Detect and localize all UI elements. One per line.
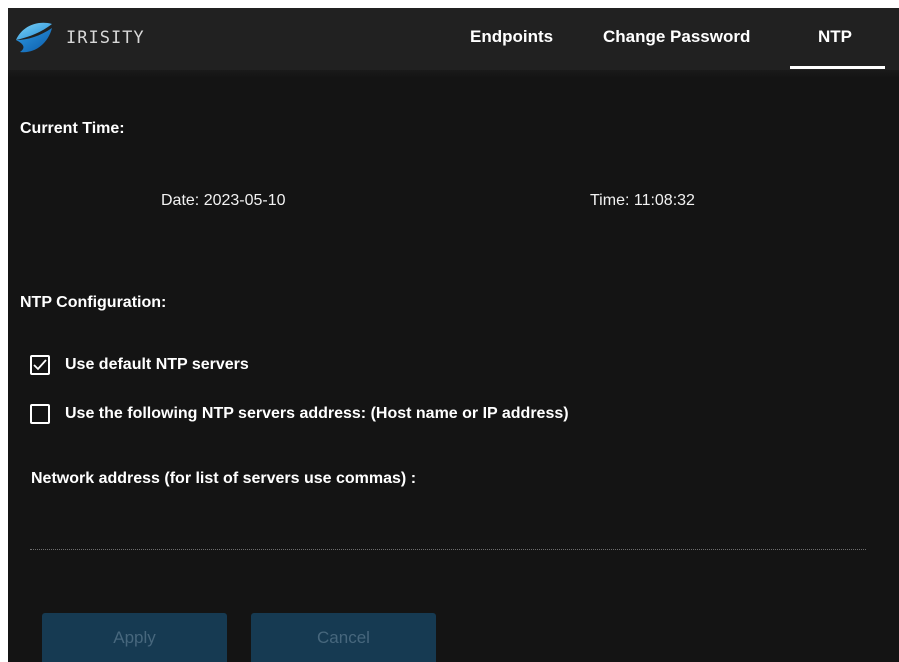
current-time-heading: Current Time: [20, 120, 125, 137]
tab-change-password[interactable]: Change Password [603, 27, 750, 47]
apply-button[interactable]: Apply [42, 613, 227, 662]
default-ntp-label: Use default NTP servers [65, 356, 249, 373]
active-tab-indicator [790, 66, 885, 69]
custom-ntp-option[interactable]: Use the following NTP servers address: (… [30, 402, 569, 426]
top-navigation-bar: IRISITY Endpoints Change Password NTP [8, 8, 899, 70]
tab-ntp[interactable]: NTP [818, 27, 852, 47]
ntp-configuration-heading: NTP Configuration: [20, 294, 167, 311]
custom-ntp-checkbox[interactable] [30, 404, 50, 424]
default-ntp-option[interactable]: Use default NTP servers [30, 353, 249, 377]
irisity-logo-icon [14, 18, 54, 58]
header-shadow [8, 70, 899, 78]
current-date-value: Date: 2023-05-10 [161, 192, 286, 209]
current-time-value: Time: 11:08:32 [590, 192, 695, 209]
custom-ntp-label: Use the following NTP servers address: (… [65, 405, 569, 422]
default-ntp-checkbox[interactable] [30, 355, 50, 375]
ntp-settings-window: IRISITY Endpoints Change Password NTP Cu… [8, 8, 899, 662]
network-address-label: Network address (for list of servers use… [31, 470, 417, 487]
cancel-button[interactable]: Cancel [251, 613, 436, 662]
tab-endpoints[interactable]: Endpoints [470, 27, 553, 47]
checkmark-icon [33, 359, 47, 371]
network-address-input[interactable] [30, 523, 866, 550]
brand-name: IRISITY [66, 28, 145, 48]
